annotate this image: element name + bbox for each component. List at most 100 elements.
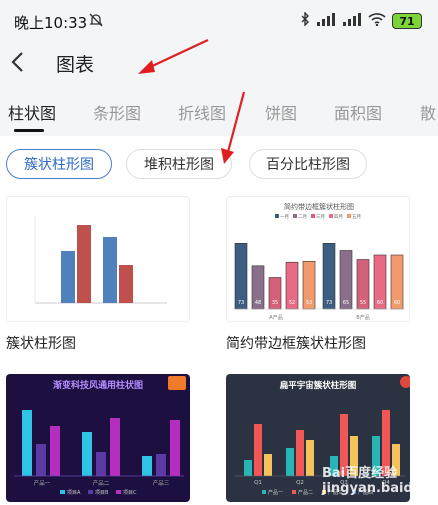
vip-badge-icon (168, 376, 186, 390)
thumb3-title: 渐变科技风通用柱状图 (53, 379, 143, 391)
bar-value-label: 73 (326, 300, 332, 306)
clustered-chart-preview (34, 217, 167, 304)
thumb4-legend-2: 产品二 (298, 489, 313, 496)
thumb4-cat-1: Q1 (254, 480, 262, 486)
bar (103, 237, 117, 303)
bar-value-label: 48 (255, 300, 261, 306)
subtype-clustered[interactable]: 簇状柱形图 (6, 149, 112, 179)
bar-value-label: 53 (306, 300, 312, 306)
bar (142, 456, 152, 476)
thumb3-cat-3: 产品三 (153, 479, 170, 487)
bar (119, 265, 133, 303)
legend-label: 五月 (352, 214, 361, 220)
bar (50, 426, 60, 476)
vip-badge-icon (400, 376, 410, 388)
bar (82, 432, 92, 476)
bar (296, 430, 304, 476)
bar (264, 454, 272, 476)
bar (36, 444, 46, 476)
signal-icon-1 (316, 12, 336, 30)
legend-label: 四月 (334, 214, 343, 220)
back-arrow-icon[interactable] (10, 50, 26, 80)
tab-scatter-chart[interactable]: 散 (420, 100, 436, 124)
bar-value-label: 65 (343, 300, 349, 306)
tab-line-chart[interactable]: 折线图 (178, 100, 226, 124)
subtype-stacked[interactable]: 堆积柱形图 (126, 149, 232, 179)
tab-bar-chart[interactable]: 柱状图 (8, 100, 56, 124)
subtype-percent-label: 百分比柱形图 (266, 157, 350, 173)
tech-chart-preview: 渐变科技风通用柱状图 产品一 产品二 产品三 项目A 项目B 项目C (14, 376, 186, 496)
legend-swatch (292, 490, 296, 494)
thumb3-cat-2: 产品二 (93, 479, 110, 487)
bar-value-label: 52 (289, 300, 295, 306)
bar (286, 448, 294, 476)
legend-swatch (347, 214, 351, 218)
template-label-1[interactable]: 簇状柱形图 (6, 333, 76, 353)
bar (170, 420, 180, 476)
template-thumb-bordered[interactable]: 简约带边框簇状柱形图 一月 二月 三月 四月 五月 73 48 35 52 53 73 65 55 60… (226, 196, 410, 322)
bordered-chart-preview: 简约带边框簇状柱形图 一月 二月 三月 四月 五月 73 48 35 52 53 73 65 55 60… (234, 202, 405, 321)
wifi-icon (368, 12, 386, 30)
bar (110, 418, 120, 476)
legend-swatch (88, 490, 93, 494)
template-panel: 簇状柱形图 堆积柱形图 百分比柱形图 簇状柱形图 简约带边框簇状柱形图 一月 二月… (0, 136, 438, 505)
status-bar: 晚上10:33 71 (0, 0, 438, 42)
chart-type-tabs: 柱状图 条形图 折线图 饼图 面积图 散 (0, 94, 438, 132)
status-icons: 71 (300, 11, 422, 30)
title-bar: 图表 (0, 42, 438, 86)
status-time: 晚上10:33 (14, 14, 88, 32)
legend-swatch (60, 490, 65, 494)
legend-swatch (262, 490, 266, 494)
bar (77, 225, 91, 303)
battery-icon: 71 (392, 13, 422, 29)
thumb2-cat-b: B产品 (356, 314, 369, 321)
page-title: 图表 (56, 54, 95, 76)
bar (244, 460, 252, 476)
subtype-clustered-label: 簇状柱形图 (24, 157, 94, 173)
active-tab-indicator (14, 129, 44, 132)
legend-label: 二月 (298, 214, 307, 220)
thumb2-legend: 一月 二月 三月 四月 五月 (275, 214, 361, 220)
thumb3-legend-a: 项目A (67, 490, 81, 496)
thumb3-cat-1: 产品一 (34, 479, 51, 487)
tab-area-chart[interactable]: 面积图 (334, 100, 382, 124)
bar (61, 251, 75, 303)
signal-icon-2 (342, 12, 362, 30)
thumb4-legend-1: 产品一 (268, 489, 283, 496)
bar-value-label: 35 (272, 300, 278, 306)
subtype-percent[interactable]: 百分比柱形图 (249, 149, 367, 179)
legend-swatch (311, 214, 315, 218)
thumb2-cat-a: A产品 (269, 314, 282, 321)
legend-label: 三月 (316, 214, 325, 220)
thumb2-bars: 73 48 35 52 53 73 65 55 60 60 (234, 242, 404, 310)
bar (306, 440, 314, 476)
legend-swatch (275, 214, 279, 218)
thumb4-title: 扁平宇宙簇状柱形图 (280, 380, 357, 391)
subtype-stacked-label: 堆积柱形图 (144, 157, 214, 173)
bar-value-label: 60 (377, 300, 383, 306)
template-thumb-clustered[interactable] (6, 196, 190, 322)
bar (254, 424, 262, 476)
tab-horizontal-bar[interactable]: 条形图 (93, 100, 141, 124)
thumb3-legend-b: 项目B (95, 490, 109, 496)
bar-value-label: 73 (238, 300, 244, 306)
bar (96, 452, 106, 476)
watermark-text: Bai百度经验 jingyan.baidu.com (322, 466, 438, 496)
thumb2-title: 简约带边框簇状柱形图 (284, 202, 354, 211)
bar-value-label: 55 (360, 300, 366, 306)
tab-pie-chart[interactable]: 饼图 (265, 100, 297, 124)
mute-bell-icon (88, 12, 104, 32)
bar-value-label: 60 (394, 300, 400, 306)
thumb3-bars (22, 410, 180, 476)
bluetooth-icon (300, 11, 310, 30)
template-label-2[interactable]: 简约带边框簇状柱形图 (226, 333, 366, 353)
bar (22, 410, 32, 476)
legend-swatch (329, 214, 333, 218)
bar (156, 454, 166, 476)
legend-label: 一月 (280, 214, 289, 220)
template-thumb-tech[interactable]: 渐变科技风通用柱状图 产品一 产品二 产品三 项目A 项目B 项目C (6, 374, 190, 502)
thumb4-cat-2: Q2 (296, 480, 304, 486)
legend-swatch (116, 490, 121, 494)
thumb3-legend-c: 项目C (123, 490, 137, 496)
legend-swatch (293, 214, 297, 218)
